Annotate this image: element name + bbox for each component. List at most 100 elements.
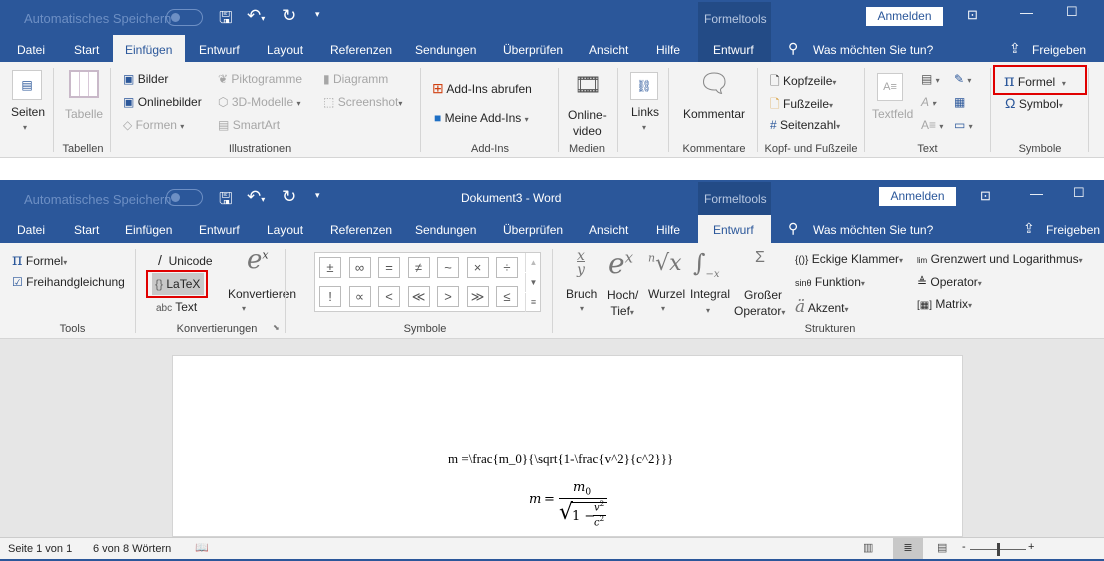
integral-button[interactable]: Integral bbox=[690, 287, 730, 301]
tab-entwurf[interactable]: Entwurf bbox=[199, 43, 240, 57]
dialog-launcher-icon[interactable]: ⬊ bbox=[273, 323, 280, 332]
ribbon-display-icon[interactable]: ⊡ bbox=[967, 7, 978, 23]
tab-hilfe[interactable]: Hilfe bbox=[656, 223, 680, 237]
bilder-button[interactable]: ▣ Bilder bbox=[123, 72, 168, 86]
symbol-button[interactable]: ≫ bbox=[466, 286, 489, 307]
tell-me-input[interactable]: Was möchten Sie tun? bbox=[813, 223, 933, 237]
tab-entwurf[interactable]: Entwurf bbox=[199, 223, 240, 237]
tab-ansicht[interactable]: Ansicht bbox=[589, 43, 628, 57]
share-icon[interactable]: ⇪ bbox=[1009, 40, 1021, 57]
tab-formel-entwurf[interactable]: Entwurf bbox=[698, 215, 771, 243]
autosave-toggle[interactable] bbox=[166, 9, 203, 26]
zoom-slider[interactable] bbox=[970, 543, 1026, 556]
gallery-expand[interactable]: ≡ bbox=[525, 293, 541, 312]
grosser-operator-button[interactable]: Großer Operator▾ bbox=[734, 287, 785, 321]
3d-modelle-button[interactable]: ⬡ 3D-Modelle ▾ bbox=[218, 95, 301, 109]
symbol-button[interactable]: ∞ bbox=[348, 257, 371, 278]
latex-source-text[interactable]: m =\frac{m_0}{\sqrt{1-\frac{v^2}{c^2}}} bbox=[448, 451, 673, 467]
table-icon[interactable] bbox=[69, 70, 99, 98]
seiten-button[interactable]: Seiten bbox=[11, 105, 45, 119]
text-button[interactable]: abc Text bbox=[156, 300, 197, 314]
print-layout-icon[interactable]: ≣ bbox=[893, 538, 923, 559]
word-count[interactable]: 6 von 8 Wörtern bbox=[93, 543, 171, 555]
operator-button[interactable]: ≜ Operator▾ bbox=[917, 275, 982, 289]
save-icon[interactable]: 🖫 bbox=[219, 7, 233, 34]
online-video-button[interactable]: Online-video bbox=[568, 107, 607, 139]
gallery-scroll-up[interactable]: ▲ bbox=[525, 253, 541, 272]
signature-icon[interactable]: ✎ ▾ bbox=[954, 72, 971, 86]
kommentar-button[interactable]: Kommentar bbox=[683, 107, 745, 121]
matrix-button[interactable]: [▦] Matrix▾ bbox=[917, 297, 972, 311]
formel-button[interactable]: π Formel▾ bbox=[12, 250, 67, 269]
gallery-scroll-down[interactable]: ▼ bbox=[525, 273, 541, 292]
symbol-button[interactable]: ≪ bbox=[407, 286, 430, 307]
dropcap-icon[interactable]: A≡ ▾ bbox=[921, 118, 943, 132]
symbol-button[interactable]: > bbox=[437, 286, 459, 307]
tab-ansicht[interactable]: Ansicht bbox=[589, 223, 628, 237]
bruch-button[interactable]: Bruch bbox=[566, 287, 597, 301]
symbol-button[interactable]: ! bbox=[319, 286, 341, 307]
customize-qat-icon[interactable]: ▾ bbox=[315, 190, 320, 201]
eckige-klammer-button[interactable]: {()} Eckige Klammer▾ bbox=[795, 252, 903, 266]
smartart-button[interactable]: ▤ SmartArt bbox=[218, 118, 280, 132]
tab-formel-entwurf[interactable]: Entwurf bbox=[713, 43, 754, 57]
tab-sendungen[interactable]: Sendungen bbox=[415, 43, 476, 57]
tab-sendungen[interactable]: Sendungen bbox=[415, 223, 476, 237]
diagramm-button[interactable]: ▮ Diagramm bbox=[323, 72, 388, 86]
grenzwert-button[interactable]: lim Grenzwert und Logarithmus▾ bbox=[917, 252, 1083, 266]
meine-addins-button[interactable]: ■ Meine Add-Ins ▾ bbox=[434, 111, 529, 125]
customize-qat-icon[interactable]: ▾ bbox=[315, 9, 320, 20]
symbol-button[interactable]: ≠ bbox=[407, 257, 430, 278]
akzent-button[interactable]: ä Akzent▾ bbox=[795, 297, 849, 317]
tab-ueberpruefen[interactable]: Überprüfen bbox=[503, 223, 563, 237]
zoom-slider-thumb[interactable] bbox=[997, 543, 1000, 556]
undo-icon[interactable]: ↶▾ bbox=[247, 6, 265, 26]
tab-layout[interactable]: Layout bbox=[267, 43, 303, 57]
symbol-button[interactable]: ÷ bbox=[496, 257, 518, 278]
zoom-out-button[interactable]: - bbox=[962, 541, 966, 553]
search-icon[interactable]: ⚲ bbox=[788, 220, 798, 237]
piktogramme-button[interactable]: ❦ Piktogramme bbox=[218, 72, 302, 86]
wordart-icon[interactable]: A ▾ bbox=[921, 95, 936, 109]
tab-ueberpruefen[interactable]: Überprüfen bbox=[503, 43, 563, 57]
symbol-button[interactable]: Ω Symbol▾ bbox=[1005, 95, 1063, 111]
tab-einfuegen[interactable]: Einfügen bbox=[125, 223, 172, 237]
unicode-button[interactable]: / Unicode bbox=[158, 252, 213, 268]
symbol-button[interactable]: ∝ bbox=[348, 286, 371, 307]
redo-icon[interactable]: ↻ bbox=[282, 187, 296, 207]
funktion-button[interactable]: sinθ Funktion▾ bbox=[795, 275, 865, 289]
maximize-icon[interactable]: ☐ bbox=[1073, 185, 1085, 201]
read-mode-icon[interactable]: ▥ bbox=[863, 541, 873, 554]
proofing-icon[interactable]: 📖 bbox=[195, 541, 209, 554]
onlinebilder-button[interactable]: ▣ Onlinebilder bbox=[123, 95, 202, 109]
share-icon[interactable]: ⇪ bbox=[1023, 220, 1035, 237]
date-time-icon[interactable]: ▦ bbox=[954, 95, 965, 109]
search-icon[interactable]: ⚲ bbox=[788, 40, 798, 57]
tab-referenzen[interactable]: Referenzen bbox=[330, 43, 392, 57]
hoch-tief-button[interactable]: Hoch/ Tief▾ bbox=[607, 287, 638, 321]
symbol-button[interactable]: ≤ bbox=[496, 286, 518, 307]
autosave-toggle[interactable] bbox=[166, 189, 203, 206]
symbol-button[interactable]: ± bbox=[319, 257, 341, 278]
tab-datei[interactable]: Datei bbox=[17, 223, 45, 237]
tab-referenzen[interactable]: Referenzen bbox=[330, 223, 392, 237]
tab-hilfe[interactable]: Hilfe bbox=[656, 43, 680, 57]
zoom-in-button[interactable]: + bbox=[1028, 541, 1034, 553]
sign-in-button[interactable]: Anmelden bbox=[866, 7, 943, 26]
tabelle-button[interactable]: Tabelle bbox=[65, 107, 103, 121]
pages-icon[interactable]: ▤ bbox=[12, 70, 42, 100]
sign-in-button[interactable]: Anmelden bbox=[879, 187, 956, 206]
object-icon[interactable]: ▭ ▾ bbox=[954, 118, 973, 132]
web-layout-icon[interactable]: ▤ bbox=[937, 541, 947, 554]
minimize-icon[interactable]: — bbox=[1020, 5, 1033, 20]
redo-icon[interactable]: ↻ bbox=[282, 6, 296, 26]
seitenzahl-button[interactable]: # Seitenzahl▾ bbox=[770, 118, 840, 132]
share-button[interactable]: Freigeben bbox=[1046, 223, 1100, 237]
addins-abrufen-button[interactable]: ⊞ Add-Ins abrufen bbox=[432, 80, 532, 97]
minimize-icon[interactable]: — bbox=[1030, 186, 1043, 201]
page-count[interactable]: Seite 1 von 1 bbox=[8, 543, 72, 555]
share-button[interactable]: Freigeben bbox=[1032, 43, 1086, 57]
tab-layout[interactable]: Layout bbox=[267, 223, 303, 237]
symbol-button[interactable]: ~ bbox=[437, 257, 459, 278]
maximize-icon[interactable]: ☐ bbox=[1066, 4, 1078, 20]
